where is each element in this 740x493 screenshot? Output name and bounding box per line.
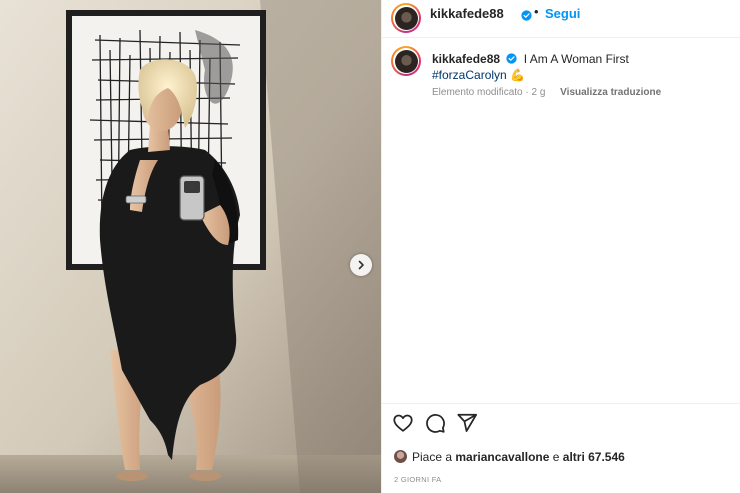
chevron-right-icon xyxy=(358,260,364,270)
next-image-button[interactable] xyxy=(350,254,372,276)
post-media[interactable] xyxy=(0,0,381,493)
caption-username[interactable]: kikkafede88 xyxy=(432,52,500,66)
post-photo xyxy=(0,0,381,493)
liker-username[interactable]: mariancavallone xyxy=(455,450,549,464)
flexed-biceps-emoji: 💪 xyxy=(510,68,525,82)
share-button[interactable] xyxy=(456,412,480,436)
likes-summary: Piace a mariancavallone e altri 67.546 xyxy=(394,450,625,464)
comment-icon xyxy=(426,414,445,433)
heart-icon xyxy=(393,414,413,432)
post-header: kikkafede88 • Segui xyxy=(382,0,740,38)
follow-button[interactable]: Segui xyxy=(545,6,580,21)
likes-conjunction: e xyxy=(549,450,563,464)
caption-text: I Am A Woman First xyxy=(523,52,629,66)
likes-count-link[interactable]: altri 67.546 xyxy=(563,450,625,464)
verified-badge-icon xyxy=(521,10,532,21)
likes-prefix: Piace a xyxy=(412,450,456,464)
author-username[interactable]: kikkafede88 xyxy=(430,6,504,21)
caption-line: kikkafede88 I Am A Woman First xyxy=(432,52,629,66)
post-details-panel: kikkafede88 • Segui kikkafede88 I Am A W… xyxy=(381,0,740,493)
comment-button[interactable] xyxy=(424,412,448,436)
author-avatar[interactable] xyxy=(391,3,421,33)
verified-badge-icon xyxy=(506,53,518,64)
liker-avatar[interactable] xyxy=(394,450,407,463)
header-separator: • xyxy=(534,4,539,19)
share-icon xyxy=(457,413,478,432)
edited-timestamp: Elemento modificato · 2 g xyxy=(432,87,546,98)
like-button[interactable] xyxy=(392,412,416,436)
actions-divider xyxy=(382,403,740,404)
caption-author-avatar[interactable] xyxy=(391,46,421,76)
caption-meta: Elemento modificato · 2 g Visualizza tra… xyxy=(432,87,661,98)
hashtag-link[interactable]: #forzaCarolyn xyxy=(432,68,507,82)
see-translation-link[interactable]: Visualizza traduzione xyxy=(560,87,661,98)
verified-badge xyxy=(518,7,532,25)
hashtag-line: #forzaCarolyn 💪 xyxy=(432,68,525,82)
post-date[interactable]: 2 GIORNI FA xyxy=(394,475,441,484)
